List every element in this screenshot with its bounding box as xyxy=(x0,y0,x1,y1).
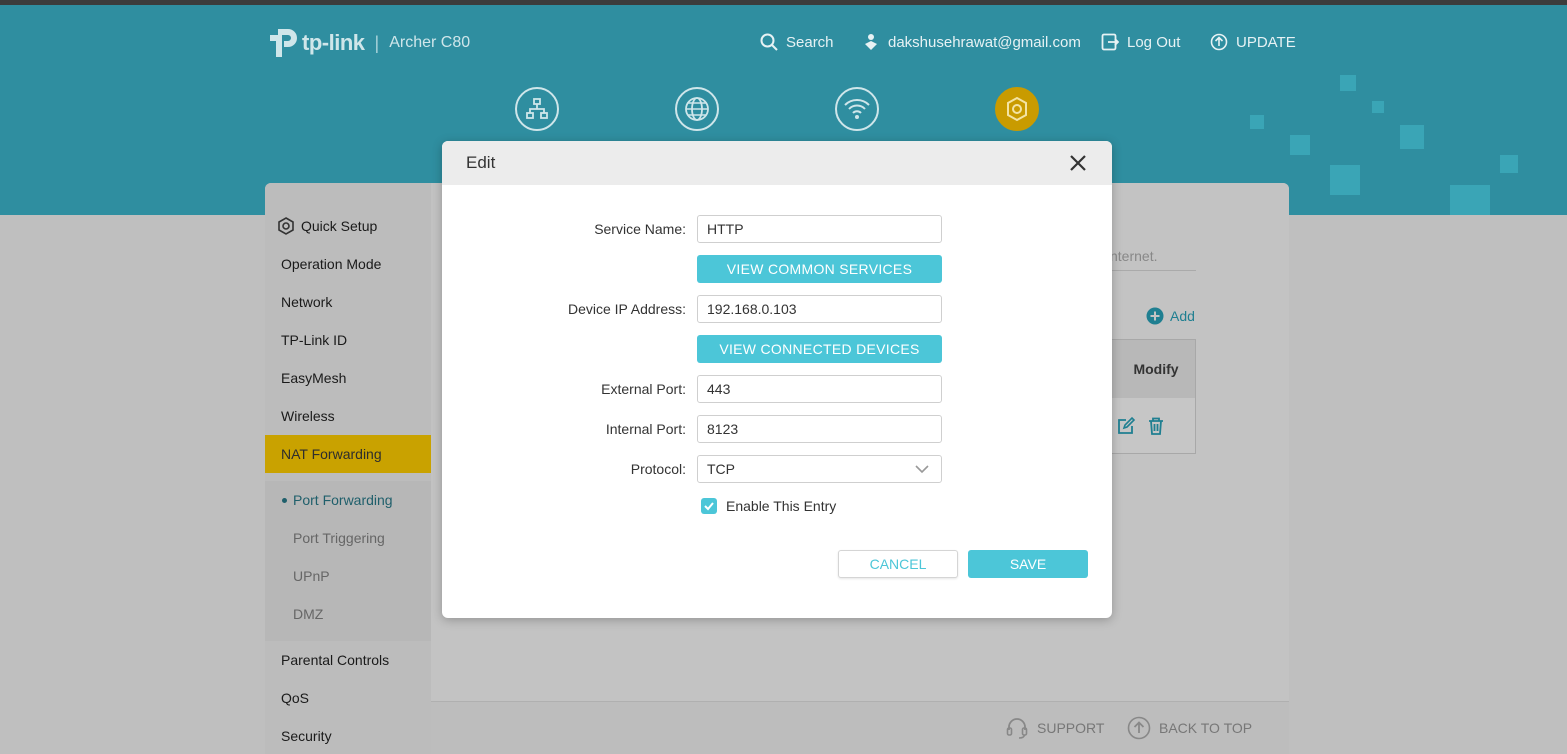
view-common-services-button[interactable]: VIEW COMMON SERVICES xyxy=(697,255,942,283)
external-port-input[interactable] xyxy=(697,375,942,403)
edit-dialog: Edit Service Name: VIEW COMMON SERVICES … xyxy=(442,141,1112,618)
check-icon xyxy=(704,502,714,511)
service-name-label: Service Name: xyxy=(594,221,686,237)
protocol-label: Protocol: xyxy=(630,461,686,477)
protocol-row: Protocol: TCP xyxy=(442,455,1112,483)
enable-entry-label: Enable This Entry xyxy=(726,498,837,514)
internal-port-input[interactable] xyxy=(697,415,942,443)
internal-port-row: Internal Port: xyxy=(442,415,1112,443)
dialog-title: Edit xyxy=(466,153,496,172)
save-button[interactable]: SAVE xyxy=(968,550,1088,578)
chevron-down-icon xyxy=(915,465,929,474)
protocol-value: TCP xyxy=(707,461,735,477)
device-ip-row: Device IP Address: xyxy=(442,295,1112,323)
enable-entry-checkbox[interactable] xyxy=(701,498,717,514)
dialog-header: Edit xyxy=(442,141,1112,185)
external-port-label: External Port: xyxy=(601,381,686,397)
internal-port-label: Internal Port: xyxy=(605,421,686,437)
service-name-input[interactable] xyxy=(697,215,942,243)
view-connected-devices-button[interactable]: VIEW CONNECTED DEVICES xyxy=(697,335,942,363)
service-name-row: Service Name: xyxy=(442,215,1112,243)
protocol-select[interactable]: TCP xyxy=(697,455,942,483)
enable-entry-row[interactable]: Enable This Entry xyxy=(701,498,836,514)
device-ip-label: Device IP Address: xyxy=(567,301,686,317)
device-ip-input[interactable] xyxy=(697,295,942,323)
cancel-button[interactable]: CANCEL xyxy=(838,550,958,578)
close-icon[interactable] xyxy=(1068,153,1088,173)
external-port-row: External Port: xyxy=(442,375,1112,403)
